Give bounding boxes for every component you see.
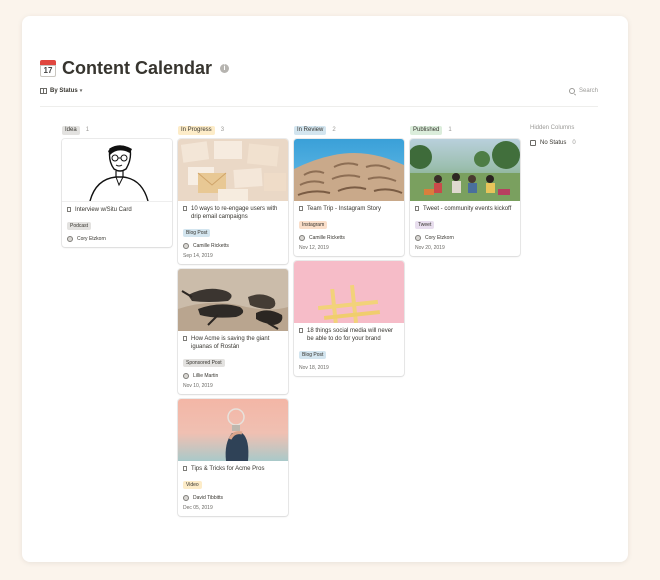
search-button[interactable]: Search bbox=[568, 88, 598, 94]
type-tag: Podcast bbox=[67, 222, 92, 230]
card[interactable]: How Acme is saving the giant iguanas of … bbox=[178, 269, 288, 394]
no-status-label: No Status bbox=[540, 140, 567, 146]
column-count: 1 bbox=[448, 127, 452, 133]
cover-image-lightbulb bbox=[178, 399, 288, 461]
view-selector-button[interactable]: By Status ▾ bbox=[40, 88, 82, 94]
cover-image-pencils bbox=[294, 261, 404, 323]
column-count: 3 bbox=[220, 127, 225, 133]
card-title: 10 ways to re-engage users with drip ema… bbox=[191, 206, 278, 220]
status-tag[interactable]: In Progress bbox=[178, 125, 215, 135]
hidden-columns: Hidden Columns No Status 0 bbox=[530, 125, 610, 146]
no-status-count: 0 bbox=[572, 140, 576, 146]
cover-image-iguanas bbox=[178, 269, 288, 331]
type-tag: Blog Post bbox=[299, 351, 327, 359]
page-icon bbox=[183, 466, 187, 471]
page-icon bbox=[415, 206, 419, 211]
column-count: 1 bbox=[85, 127, 90, 133]
search-label: Search bbox=[578, 88, 598, 94]
column-published: Published 1 Tweet - community events kic… bbox=[410, 125, 520, 261]
page-title: Content Calendar bbox=[62, 58, 213, 78]
avatar bbox=[67, 236, 73, 242]
calendar-icon: 17 bbox=[40, 60, 56, 77]
hidden-column-no-status[interactable]: No Status 0 bbox=[530, 140, 610, 146]
date: Nov 12, 2019 bbox=[299, 245, 329, 251]
column-header: Published 1 bbox=[410, 125, 520, 135]
view-label: By Status bbox=[50, 88, 78, 94]
status-tag[interactable]: Idea bbox=[62, 125, 80, 135]
card[interactable]: 10 ways to re-engage users with drip ema… bbox=[178, 139, 288, 264]
card-title: Tips & Tricks for Acme Pros bbox=[191, 466, 265, 472]
column-header: In Review 2 bbox=[294, 125, 404, 135]
hidden-columns-label: Hidden Columns bbox=[530, 125, 575, 131]
person-name: Cory Etzkorn bbox=[77, 236, 106, 242]
type-tag: Video bbox=[183, 481, 202, 489]
cover-image-envelopes bbox=[178, 139, 288, 201]
avatar bbox=[183, 373, 189, 379]
person-name: Camille Ricketts bbox=[193, 243, 229, 249]
avatar bbox=[299, 235, 305, 241]
column-idea: Idea 1 Interview w/Situ Card Podcast Cor… bbox=[62, 125, 172, 252]
card[interactable]: 18 things social media will never be abl… bbox=[294, 261, 404, 376]
avatar bbox=[183, 243, 189, 249]
column-in-review: In Review 2 Team Trip - Instagram Story … bbox=[294, 125, 404, 381]
status-tag[interactable]: Published bbox=[410, 125, 443, 135]
page-icon bbox=[183, 336, 187, 341]
board-icon bbox=[40, 88, 47, 94]
person-name: David Tibbitts bbox=[193, 495, 224, 501]
column-header: Idea 1 bbox=[62, 125, 172, 135]
info-icon[interactable]: i bbox=[220, 64, 230, 73]
toolbar: By Status ▾ Search bbox=[40, 88, 598, 107]
card[interactable]: Interview w/Situ Card Podcast Cory Etzko… bbox=[62, 139, 172, 247]
cover-image-building bbox=[294, 139, 404, 201]
card-title: Team Trip - Instagram Story bbox=[307, 206, 382, 212]
search-icon bbox=[568, 88, 575, 94]
person-name: Lillie Martin bbox=[193, 373, 219, 379]
avatar bbox=[183, 495, 189, 501]
column-count: 2 bbox=[332, 127, 336, 133]
type-tag: Sponsored Post bbox=[183, 359, 225, 367]
page-icon bbox=[299, 328, 303, 333]
person-name: Cory Etzkorn bbox=[425, 235, 454, 241]
type-tag: Blog Post bbox=[183, 229, 211, 237]
card-title: Interview w/Situ Card bbox=[75, 207, 132, 213]
type-tag: Instagram bbox=[299, 221, 328, 229]
card-title: 18 things social media will never be abl… bbox=[307, 328, 394, 342]
date: Dec 05, 2019 bbox=[183, 505, 213, 511]
card[interactable]: Team Trip - Instagram Story Instagram Ca… bbox=[294, 139, 404, 256]
date: Nov 20, 2019 bbox=[415, 245, 445, 251]
page-icon bbox=[183, 206, 187, 211]
date: Nov 18, 2019 bbox=[299, 365, 329, 371]
card-title: Tweet - community events kickoff bbox=[423, 206, 512, 212]
card-title: How Acme is saving the giant iguanas of … bbox=[191, 336, 270, 350]
cover-image-crowd bbox=[410, 139, 520, 201]
column-icon bbox=[530, 140, 536, 146]
date: Sep 14, 2019 bbox=[183, 253, 213, 259]
type-tag: Tweet bbox=[415, 221, 435, 229]
chevron-down-icon: ▾ bbox=[79, 88, 83, 94]
page-icon bbox=[299, 206, 303, 211]
column-in-progress: In Progress 3 10 ways to re-engage users… bbox=[178, 125, 288, 521]
title-row: 17 Content Calendar i bbox=[40, 58, 230, 79]
status-tag[interactable]: In Review bbox=[294, 125, 327, 135]
card[interactable]: Tweet - community events kickoff Tweet C… bbox=[410, 139, 520, 256]
page-icon bbox=[67, 207, 71, 212]
avatar bbox=[415, 235, 421, 241]
card[interactable]: Tips & Tricks for Acme Pros Video David … bbox=[178, 399, 288, 516]
cover-image-illustration bbox=[62, 139, 172, 202]
column-header: In Progress 3 bbox=[178, 125, 288, 135]
date: Nov 10, 2019 bbox=[183, 383, 213, 389]
person-name: Camille Ricketts bbox=[309, 235, 345, 241]
